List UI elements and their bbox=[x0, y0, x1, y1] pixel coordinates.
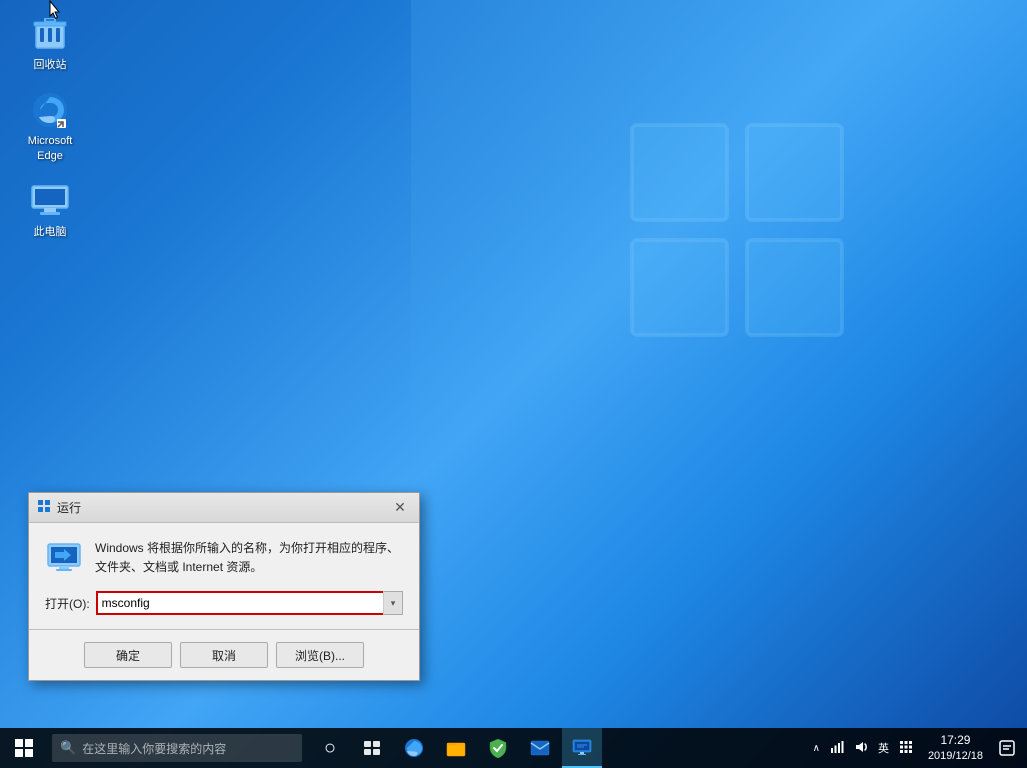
recycle-bin-icon[interactable]: 回收站 bbox=[10, 10, 90, 76]
volume-icon[interactable] bbox=[851, 740, 871, 757]
dialog-open-label: 打开(O): bbox=[45, 595, 90, 612]
taskbar: 🔍 在这里输入你要搜索的内容 ○ bbox=[0, 728, 1027, 768]
desktop: 回收站 Microsoft Edge bbox=[0, 0, 1027, 768]
time-display: 17:29 bbox=[940, 733, 970, 749]
win-logo-background bbox=[627, 120, 847, 340]
taskbar-system: ∧ 英 bbox=[806, 728, 1027, 768]
dialog-title-icon bbox=[37, 499, 51, 516]
start-button[interactable] bbox=[0, 728, 48, 768]
mail-taskbar-button[interactable] bbox=[520, 728, 560, 768]
taskbar-search[interactable]: 🔍 在这里输入你要搜索的内容 bbox=[52, 734, 302, 762]
dialog-buttons: 确定 取消 浏览(B)... bbox=[45, 642, 403, 668]
taskbar-time[interactable]: 17:29 2019/12/18 bbox=[920, 733, 991, 763]
dialog-body: Windows 将根据你所输入的名称，为你打开相应的程序、 文件夹、文档或 In… bbox=[29, 523, 419, 680]
network-icon[interactable] bbox=[827, 740, 847, 757]
this-pc-image bbox=[30, 181, 70, 221]
system-tray: ∧ 英 bbox=[806, 740, 920, 757]
edge-taskbar-button[interactable] bbox=[394, 728, 434, 768]
this-pc-icon[interactable]: 此电脑 bbox=[10, 177, 90, 243]
run-dialog: 运行 ✕ Windows 将根据你所输入的名称，为你打开相应的程序、 文件 bbox=[28, 492, 420, 681]
edge-label: Microsoft Edge bbox=[28, 134, 73, 163]
search-icon: 🔍 bbox=[60, 740, 76, 756]
taskbar-search-text: 在这里输入你要搜索的内容 bbox=[82, 740, 226, 757]
dialog-info-icon bbox=[45, 539, 83, 577]
dialog-title-text: 运行 bbox=[57, 499, 389, 516]
dialog-close-button[interactable]: ✕ bbox=[389, 498, 411, 518]
dialog-browse-button[interactable]: 浏览(B)... bbox=[276, 642, 364, 668]
date-display: 2019/12/18 bbox=[928, 749, 983, 763]
dialog-info: Windows 将根据你所输入的名称，为你打开相应的程序、 文件夹、文档或 In… bbox=[45, 539, 403, 577]
remote-taskbar-button[interactable] bbox=[562, 728, 602, 768]
lang-icon[interactable]: 英 bbox=[875, 740, 892, 756]
tray-expand-icon[interactable]: ∧ bbox=[810, 743, 823, 754]
recycle-bin-label: 回收站 bbox=[34, 58, 67, 72]
notification-center-button[interactable] bbox=[991, 728, 1023, 768]
dialog-separator bbox=[29, 629, 419, 630]
edge-image bbox=[30, 90, 70, 130]
dialog-titlebar[interactable]: 运行 ✕ bbox=[29, 493, 419, 523]
dialog-open-input[interactable] bbox=[96, 591, 403, 615]
ime-icon[interactable] bbox=[896, 740, 916, 757]
task-view-button[interactable] bbox=[352, 728, 392, 768]
recycle-bin-image bbox=[30, 14, 70, 54]
dialog-cancel-button[interactable]: 取消 bbox=[180, 642, 268, 668]
dialog-input-wrap: ▾ bbox=[96, 591, 403, 615]
desktop-icons: 回收站 Microsoft Edge bbox=[10, 10, 90, 243]
dialog-open-row: 打开(O): ▾ bbox=[45, 591, 403, 615]
edge-icon[interactable]: Microsoft Edge bbox=[10, 86, 90, 167]
dialog-ok-button[interactable]: 确定 bbox=[84, 642, 172, 668]
explorer-taskbar-button[interactable] bbox=[436, 728, 476, 768]
taskbar-items: ○ bbox=[310, 728, 602, 768]
dialog-dropdown-button[interactable]: ▾ bbox=[383, 591, 403, 615]
this-pc-label: 此电脑 bbox=[34, 225, 67, 239]
dialog-info-text: Windows 将根据你所输入的名称，为你打开相应的程序、 文件夹、文档或 In… bbox=[95, 539, 403, 577]
cortana-button[interactable]: ○ bbox=[310, 728, 350, 768]
security-taskbar-button[interactable] bbox=[478, 728, 518, 768]
